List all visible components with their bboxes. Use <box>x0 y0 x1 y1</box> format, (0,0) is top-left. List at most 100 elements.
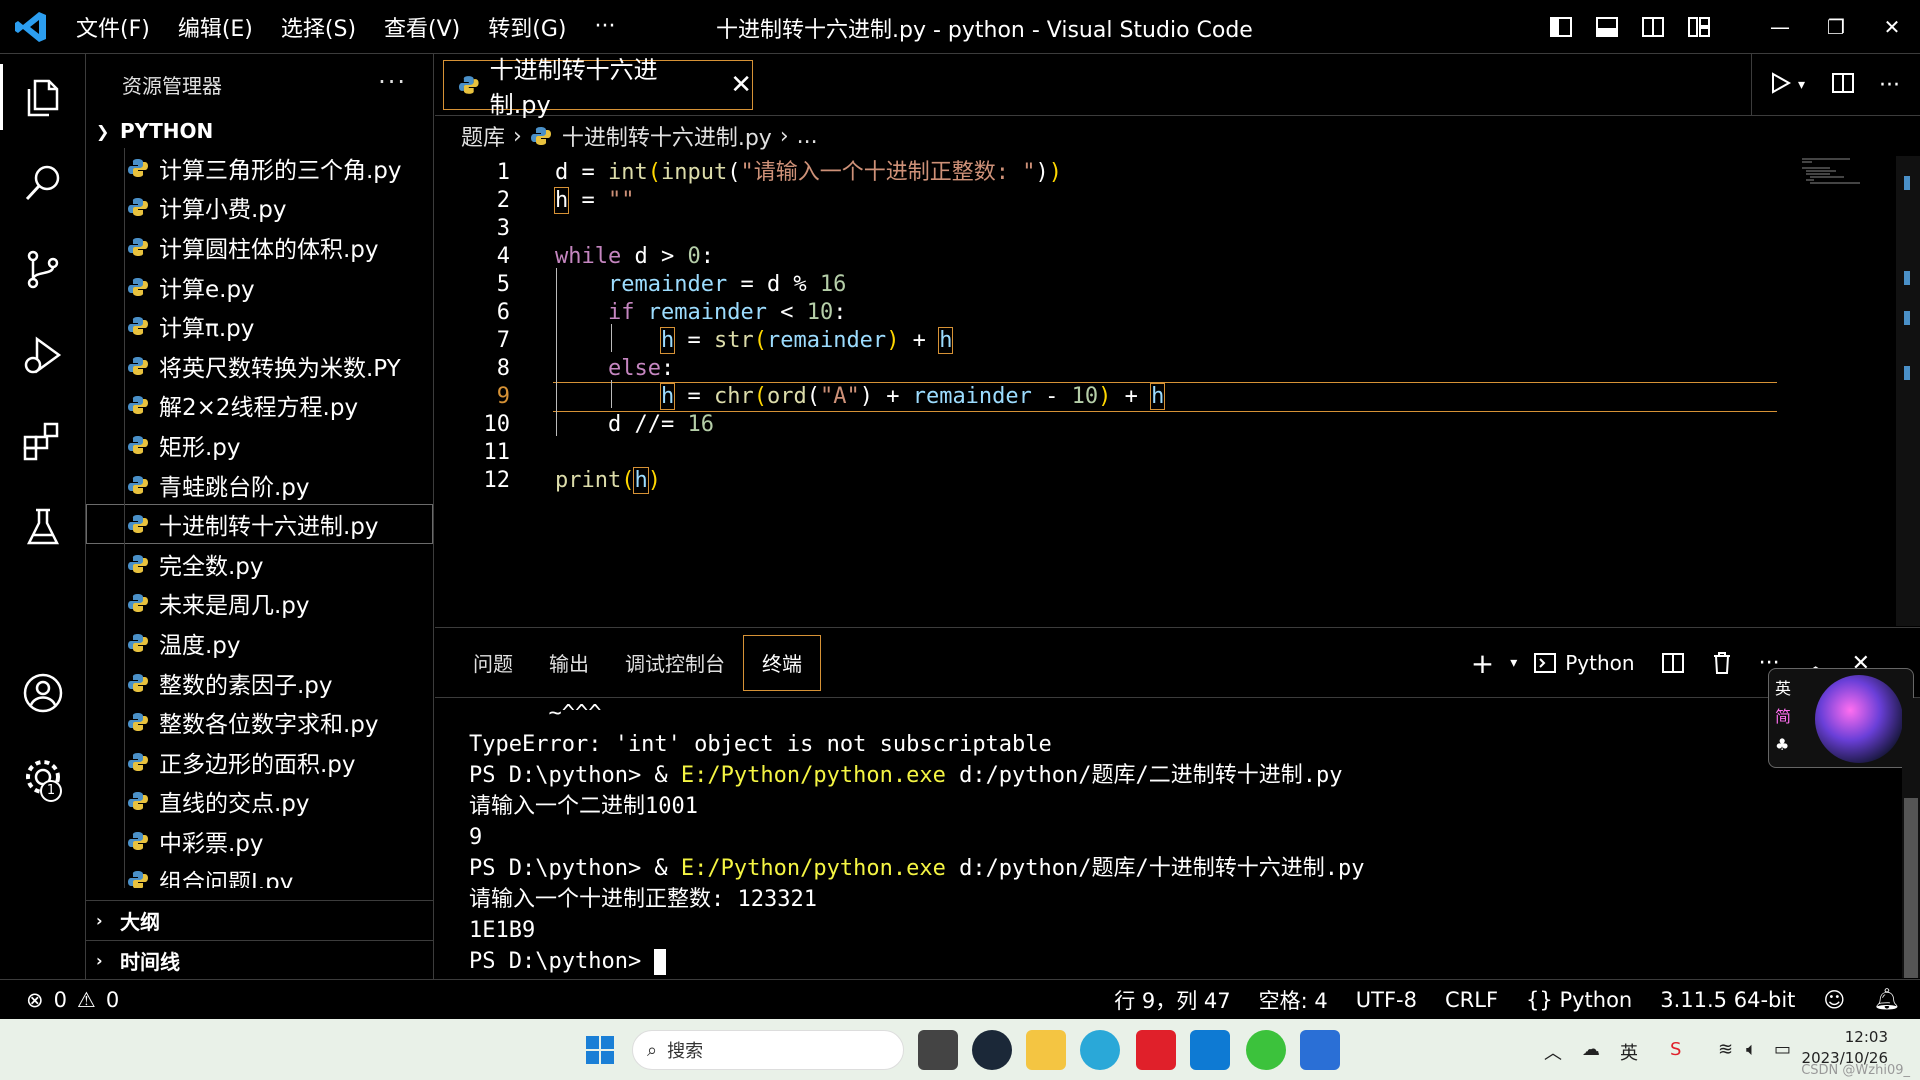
battery-icon[interactable]: ▭ <box>1774 1039 1791 1060</box>
file-item[interactable]: 整数各位数字求和.py <box>86 702 433 742</box>
minimize-button[interactable]: — <box>1752 0 1808 54</box>
tab-terminal[interactable]: 终端 <box>743 634 821 691</box>
file-item[interactable]: 组合问题I.py <box>86 861 433 888</box>
terminal-shell-selector[interactable]: Python <box>1523 651 1644 675</box>
tab-debug-console[interactable]: 调试控制台 <box>607 635 743 691</box>
run-dropdown-chevron-icon[interactable]: ▾ <box>1798 77 1817 93</box>
breadcrumb-folder[interactable]: 题库 <box>461 120 505 152</box>
menu-file[interactable]: 文件(F) <box>62 11 164 43</box>
toggle-secondary-sidebar-icon[interactable] <box>1630 0 1676 54</box>
ime-english-toggle[interactable]: 英 <box>1775 675 1791 703</box>
python-file-icon <box>128 831 148 850</box>
indentation[interactable]: 空格: 4 <box>1259 985 1328 1015</box>
ime-simplified-toggle[interactable]: 简 <box>1775 703 1791 731</box>
explorer-icon[interactable] <box>0 54 86 140</box>
file-item[interactable]: 温度.py <box>86 623 433 663</box>
encoding[interactable]: UTF-8 <box>1356 988 1417 1012</box>
manage-gear-icon[interactable]: 1 <box>0 734 86 820</box>
notifications-bell-icon[interactable]: 🔔︎ <box>1873 987 1900 1012</box>
show-hidden-icons-chevron-icon[interactable]: ︿ <box>1544 1039 1562 1065</box>
sogou-icon[interactable]: S <box>1670 1039 1681 1060</box>
python-interpreter[interactable]: 3.11.5 64-bit <box>1660 988 1795 1012</box>
language-mode[interactable]: {} Python <box>1526 988 1632 1012</box>
timeline-section[interactable]: › 时间线 <box>86 940 434 980</box>
editor-scrollbar[interactable] <box>1896 156 1920 626</box>
split-editor-icon[interactable] <box>1817 71 1869 99</box>
close-tab-icon[interactable]: ✕ <box>730 70 752 100</box>
windows-start-icon[interactable] <box>580 1030 620 1070</box>
file-item[interactable]: 直线的交点.py <box>86 782 433 822</box>
outline-section[interactable]: › 大纲 <box>86 900 434 940</box>
menu-edit[interactable]: 编辑(E) <box>164 11 267 43</box>
file-item[interactable]: 正多边形的面积.py <box>86 742 433 782</box>
file-item[interactable]: 计算e.py <box>86 267 433 307</box>
menu-go[interactable]: 转到(G) <box>474 11 580 43</box>
wechat-icon[interactable] <box>1246 1030 1286 1070</box>
ime-tray-indicator[interactable]: 英 <box>1620 1039 1638 1065</box>
source-control-icon[interactable] <box>0 226 86 312</box>
onedrive-cloud-icon[interactable]: ☁ <box>1582 1039 1600 1060</box>
file-item[interactable]: 整数的素因子.py <box>86 663 433 703</box>
restore-button[interactable]: ❐ <box>1808 0 1864 54</box>
extensions-icon[interactable] <box>0 398 86 484</box>
file-item[interactable]: 矩形.py <box>86 425 433 465</box>
netease-music-icon[interactable] <box>1136 1030 1176 1070</box>
file-item[interactable]: 计算三角形的三个角.py <box>86 148 433 188</box>
file-item[interactable]: 未来是周几.py <box>86 584 433 624</box>
file-item[interactable]: 中彩票.py <box>86 821 433 861</box>
steam-icon[interactable] <box>972 1030 1012 1070</box>
minimap[interactable] <box>1800 156 1896 186</box>
file-explorer-icon[interactable] <box>1026 1030 1066 1070</box>
menu-view[interactable]: 查看(V) <box>370 11 474 43</box>
file-item[interactable]: 青蛙跳台阶.py <box>86 465 433 505</box>
run-python-file-icon[interactable] <box>1762 71 1798 99</box>
volume-icon[interactable]: 🔈︎ <box>1746 1039 1757 1060</box>
breadcrumb-symbol[interactable]: ... <box>797 124 818 149</box>
toggle-primary-sidebar-icon[interactable] <box>1538 0 1584 54</box>
task-view-icon[interactable] <box>918 1030 958 1070</box>
breadcrumb-file[interactable]: 十进制转十六进制.py <box>562 120 772 152</box>
ime-floating-widget[interactable]: 英简 ♣ <box>1768 668 1914 768</box>
code-editor[interactable]: 1d = int(input("请输入一个十进制正整数: ")) 2h = ""… <box>435 156 1920 626</box>
file-item[interactable]: 计算圆柱体的体积.py <box>86 227 433 267</box>
remote-desktop-icon[interactable] <box>1300 1030 1340 1070</box>
folder-python[interactable]: ❯ PYTHON <box>86 114 433 148</box>
tab-active-file[interactable]: 十进制转十六进制.py ✕ <box>443 56 753 119</box>
error-count: 0 <box>53 987 67 1012</box>
menu-more[interactable]: ··· <box>580 14 629 39</box>
terminal-output[interactable]: ~^^^ TypeError: 'int' object is not subs… <box>469 698 1840 977</box>
taskbar-search-box[interactable]: ⌕ 搜索 <box>632 1030 904 1070</box>
tab-output[interactable]: 输出 <box>531 635 607 691</box>
wifi-icon[interactable]: ≋ <box>1718 1039 1733 1060</box>
file-item[interactable]: 完全数.py <box>86 544 433 584</box>
testing-icon[interactable] <box>0 484 86 570</box>
run-debug-icon[interactable] <box>0 312 86 398</box>
toggle-panel-icon[interactable] <box>1584 0 1630 54</box>
tab-problems[interactable]: 问题 <box>455 635 531 691</box>
trash-icon[interactable] <box>1701 651 1743 675</box>
ime-mascot-icon: ♣ <box>1775 735 1790 754</box>
chevron-down-icon[interactable]: ▾ <box>1510 655 1517 671</box>
file-item[interactable]: 计算小费.py <box>86 188 433 228</box>
cursor-position[interactable]: 行 9，列 47 <box>1114 985 1230 1015</box>
file-item[interactable]: 将英尺数转换为米数.PY <box>86 346 433 386</box>
menu-selection[interactable]: 选择(S) <box>267 11 370 43</box>
line-ending[interactable]: CRLF <box>1445 988 1498 1012</box>
edge-browser-icon[interactable] <box>1080 1030 1120 1070</box>
split-terminal-icon[interactable] <box>1651 651 1695 675</box>
problems-status[interactable]: ⊗ 0 ⚠ 0 <box>26 988 119 1012</box>
more-actions-icon[interactable]: ··· <box>378 68 407 96</box>
editor-more-icon[interactable]: ··· <box>1869 73 1910 98</box>
folder-label: PYTHON <box>120 119 214 143</box>
terminal-scrollbar[interactable] <box>1902 698 1920 978</box>
search-icon[interactable] <box>0 140 86 226</box>
file-item[interactable]: 计算π.py <box>86 306 433 346</box>
vscode-taskbar-icon[interactable] <box>1190 1030 1230 1070</box>
customize-layout-icon[interactable] <box>1676 0 1722 54</box>
close-window-button[interactable]: ✕ <box>1864 0 1920 54</box>
new-terminal-plus-icon[interactable]: + <box>1461 647 1504 680</box>
file-item[interactable]: 解2×2线程方程.py <box>86 386 433 426</box>
file-item[interactable]: 十进制转十六进制.py <box>86 504 433 544</box>
feedback-icon[interactable]: ☺ <box>1823 988 1845 1012</box>
accounts-icon[interactable] <box>0 650 86 736</box>
